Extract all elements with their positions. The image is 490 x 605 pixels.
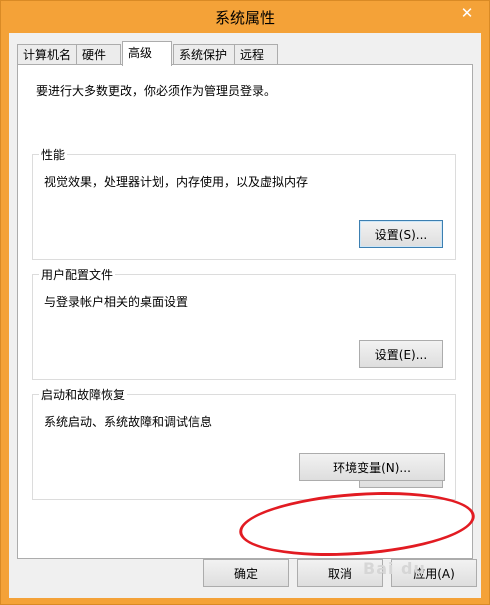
cancel-button[interactable]: 取消	[297, 559, 383, 587]
tab-hardware[interactable]: 硬件	[76, 44, 121, 65]
performance-settings-button[interactable]: 设置(S)...	[359, 220, 443, 248]
tab-advanced[interactable]: 高级	[122, 41, 172, 66]
performance-group: 性能 视觉效果，处理器计划，内存使用，以及虚拟内存 设置(S)...	[32, 146, 456, 260]
environment-variables-button[interactable]: 环境变量(N)...	[299, 453, 445, 481]
user-profiles-group: 用户配置文件 与登录帐户相关的桌面设置 设置(E)...	[32, 266, 456, 380]
startup-recovery-group-title: 启动和故障恢复	[39, 386, 128, 403]
performance-description: 视觉效果，处理器计划，内存使用，以及虚拟内存	[44, 175, 309, 189]
tab-remote[interactable]: 远程	[234, 44, 278, 65]
system-properties-window: 系统属性 ✕ 计算机名 硬件 高级 系统保护 远程 要进行大多数更改，你必须作为…	[0, 0, 490, 605]
apply-button[interactable]: 应用(A)	[391, 559, 477, 587]
tab-system-protection[interactable]: 系统保护	[173, 44, 235, 65]
tab-computer-name[interactable]: 计算机名	[17, 44, 77, 65]
close-icon: ✕	[460, 4, 474, 22]
dialog-client-area: 计算机名 硬件 高级 系统保护 远程 要进行大多数更改，你必须作为管理员登录。 …	[9, 33, 481, 598]
performance-group-title: 性能	[39, 146, 68, 163]
ok-button[interactable]: 确定	[203, 559, 289, 587]
user-profiles-description: 与登录帐户相关的桌面设置	[44, 295, 189, 309]
admin-note: 要进行大多数更改，你必须作为管理员登录。	[36, 84, 277, 98]
window-title: 系统属性	[214, 9, 275, 27]
title-bar[interactable]: 系统属性 ✕	[1, 1, 489, 33]
startup-recovery-group: 启动和故障恢复 系统启动、系统故障和调试信息 设置(T)...	[32, 386, 456, 500]
startup-recovery-description: 系统启动、系统故障和调试信息	[44, 415, 213, 429]
user-profiles-settings-button[interactable]: 设置(E)...	[359, 340, 443, 368]
advanced-tab-panel: 要进行大多数更改，你必须作为管理员登录。 性能 视觉效果，处理器计划，内存使用，…	[17, 64, 473, 559]
user-profiles-group-title: 用户配置文件	[39, 266, 116, 283]
close-button[interactable]: ✕	[451, 2, 483, 24]
